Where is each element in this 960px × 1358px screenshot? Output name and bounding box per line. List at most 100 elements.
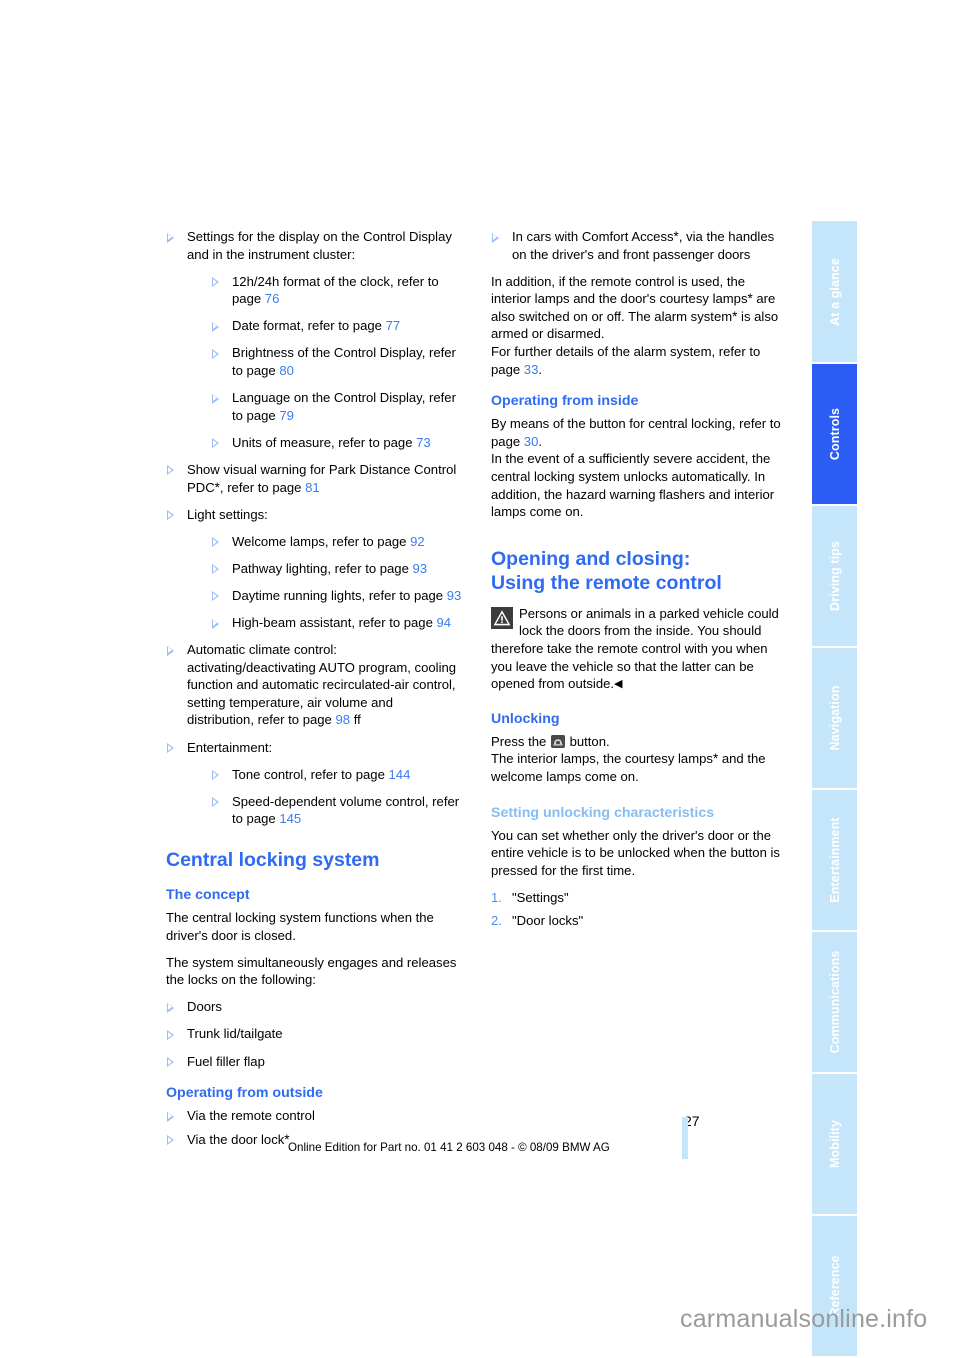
- paragraph: Press the button.: [491, 733, 787, 751]
- tab-at-a-glance[interactable]: At a glance: [812, 221, 857, 362]
- bullet-triangle-icon: [167, 465, 174, 476]
- list-item-label: Settings for the display on the Control …: [187, 229, 452, 262]
- step-label[interactable]: "Settings": [512, 890, 569, 905]
- page-reference[interactable]: 33: [524, 362, 539, 377]
- tab-mobility[interactable]: Mobility: [812, 1074, 857, 1214]
- tab-driving-tips[interactable]: Driving tips: [812, 506, 857, 646]
- list-item: Show visual warning for Park Distance Co…: [166, 461, 462, 496]
- title-line-2: Using the remote control: [491, 571, 722, 594]
- list-item: Units of measure, refer to page 73: [211, 434, 462, 452]
- list-item: Tone control, refer to page 144: [211, 766, 462, 784]
- page-reference[interactable]: 145: [279, 811, 301, 826]
- bullet-triangle-icon: [212, 348, 219, 359]
- list-item-label: Speed-dependent volume control, refer to…: [232, 793, 460, 827]
- bullet-triangle-icon: [212, 393, 219, 404]
- paragraph: In addition, if the remote control is us…: [491, 273, 787, 343]
- list-item-label: Units of measure, refer to page: [232, 434, 417, 450]
- list-item-label: Trunk lid/tailgate: [187, 1026, 283, 1042]
- list-item: Language on the Control Display, refer t…: [211, 389, 462, 424]
- list-item: 12h/24h format of the clock, refer to pa…: [211, 273, 462, 308]
- subsection-heading-unlocking: Unlocking: [491, 710, 560, 727]
- page-reference[interactable]: 76: [265, 291, 280, 306]
- tab-communications[interactable]: Communications: [812, 932, 857, 1072]
- list-item-label: Language on the Control Display, refer t…: [232, 390, 456, 423]
- subsection-heading-setting-unlocking-characteristics: Setting unlocking characteristics: [491, 804, 715, 821]
- list-item: Automatic climate control: activating/de…: [166, 641, 462, 729]
- comfort-access-list: In cars with Comfort Access*, via the ha…: [491, 228, 787, 263]
- paragraph: In the event of a sufficiently severe ac…: [491, 451, 775, 520]
- page-reference[interactable]: 94: [437, 615, 452, 630]
- page-reference[interactable]: 79: [279, 408, 294, 423]
- tab-reference[interactable]: Reference: [812, 1216, 857, 1356]
- list-item: Via the remote control: [166, 1107, 462, 1125]
- bullet-triangle-icon: [212, 591, 219, 602]
- list-item-label: Doors: [187, 999, 222, 1015]
- bullet-triangle-icon: [212, 797, 219, 808]
- list-item: Light settings: Welcome lamps, refer to …: [166, 506, 462, 632]
- page-footer: Online Edition for Part no. 01 41 2 603 …: [166, 1126, 691, 1166]
- title-line-1: Opening and closing:: [491, 547, 691, 570]
- list-item: Brightness of the Control Display, refer…: [211, 344, 462, 379]
- footer-accent-bar: [682, 1117, 688, 1159]
- list-item-label: Brightness of the Control Display, refer…: [232, 345, 456, 379]
- step-number: 1.: [491, 889, 502, 905]
- bullet-triangle-icon: [167, 1111, 174, 1122]
- page-reference[interactable]: 92: [410, 534, 425, 549]
- page-reference[interactable]: 81: [305, 480, 320, 495]
- tab-controls[interactable]: Controls: [812, 364, 857, 504]
- bullet-triangle-icon: [212, 438, 219, 449]
- subsection-heading-the-concept: The concept: [166, 886, 250, 903]
- paragraph-part: In addition, if the remote control is us…: [491, 273, 748, 307]
- step-label[interactable]: "Door locks": [512, 913, 583, 928]
- tab-entertainment[interactable]: Entertainment: [812, 790, 857, 930]
- paragraph: By means of the button for central locki…: [491, 415, 787, 450]
- section-tab-rail: At a glance Controls Driving tips Naviga…: [812, 221, 857, 1356]
- bullet-triangle-icon: [167, 645, 174, 656]
- list-item: Date format, refer to page 77: [211, 317, 462, 335]
- tab-navigation[interactable]: Navigation: [812, 648, 857, 788]
- paragraph-part: .: [538, 361, 542, 377]
- list-item: High-beam assistant, refer to page 94: [211, 614, 462, 632]
- settings-bullet-list: Settings for the display on the Control …: [166, 228, 462, 828]
- page-reference[interactable]: 77: [386, 318, 401, 333]
- warning-triangle-icon: [491, 606, 513, 629]
- page-reference[interactable]: 30: [524, 434, 539, 449]
- tab-label: Entertainment: [827, 817, 842, 903]
- paragraph-part: button.: [565, 733, 610, 749]
- paragraph-part: The interior lamps, the courtesy lamps: [491, 751, 713, 767]
- page-title: Central locking system: [166, 848, 380, 871]
- tab-label: Communications: [827, 950, 842, 1054]
- sub-bullet-list: Welcome lamps, refer to page 92 Pathway …: [187, 533, 462, 632]
- page-reference[interactable]: 73: [416, 435, 431, 450]
- list-item-label: In cars with Comfort Access: [512, 229, 674, 244]
- left-text-column: Settings for the display on the Control …: [166, 228, 462, 1154]
- right-text-column: In cars with Comfort Access*, via the ha…: [491, 228, 787, 936]
- warning-text-body: Persons or animals in a parked vehicle c…: [491, 605, 779, 692]
- list-item-label: 12h/24h format of the clock, refer to pa…: [232, 273, 439, 307]
- bullet-triangle-icon: [167, 1029, 174, 1040]
- page-reference[interactable]: 144: [389, 767, 411, 782]
- list-item-label: High-beam assistant, refer to page: [232, 615, 437, 630]
- subsection-heading-operating-from-outside: Operating from outside: [166, 1085, 323, 1102]
- subsection-heading-operating-from-inside: Operating from inside: [491, 393, 639, 410]
- page-reference[interactable]: 80: [279, 363, 294, 378]
- page-reference[interactable]: 93: [413, 561, 428, 576]
- bullet-triangle-icon: [212, 564, 219, 575]
- paragraph: The interior lamps, the courtesy lamps* …: [491, 750, 787, 785]
- list-item-label: Date format, refer to page: [232, 318, 386, 334]
- list-item: Welcome lamps, refer to page 92: [211, 533, 462, 551]
- list-item: Pathway lighting, refer to page 93: [211, 560, 462, 578]
- list-item: Speed-dependent volume control, refer to…: [211, 793, 462, 828]
- tab-label: Mobility: [827, 1119, 842, 1169]
- list-item-label: Via the remote control: [187, 1108, 315, 1124]
- bullet-triangle-icon: [167, 743, 174, 754]
- page-reference[interactable]: 98: [335, 712, 350, 727]
- bullet-triangle-icon: [212, 321, 219, 332]
- tab-label: At a glance: [827, 257, 842, 326]
- bullet-triangle-icon: [167, 1057, 174, 1067]
- manual-page: At a glance Controls Driving tips Naviga…: [0, 0, 960, 1358]
- page-reference[interactable]: 93: [447, 588, 462, 603]
- bullet-triangle-icon: [212, 618, 219, 629]
- list-item-label-suffix: ff: [350, 712, 361, 728]
- list-item: Fuel filler flap: [166, 1053, 462, 1071]
